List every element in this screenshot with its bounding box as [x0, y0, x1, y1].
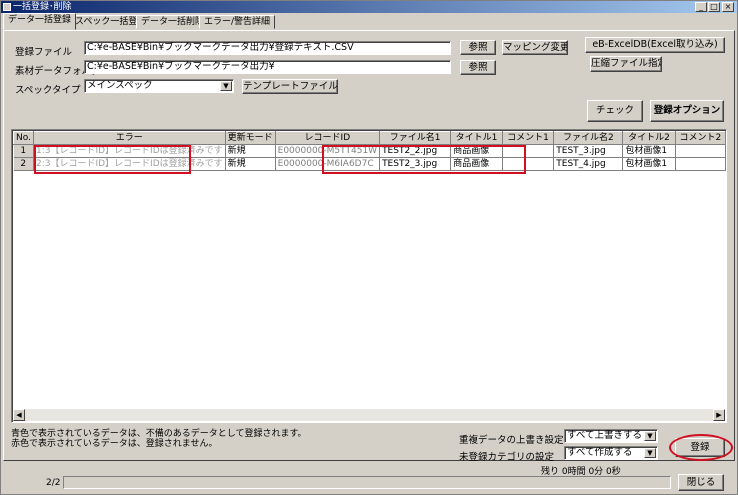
title1-cell[interactable]: 商品画像: [450, 157, 503, 171]
window-title: 一括登録･削除: [13, 2, 72, 12]
chevron-down-icon[interactable]: ▼: [644, 448, 656, 458]
error-cell[interactable]: 1:3【レコードID】レコードIDは登録済みです: [33, 144, 226, 158]
data-grid: No. エラー 更新モード レコードID ファイル名1 タイトル1 コメント1 …: [11, 129, 727, 423]
overwrite-setting-select[interactable]: すべて上書きする ▼: [564, 429, 658, 443]
app-icon: [3, 2, 11, 11]
folder-input[interactable]: C:¥e-BASE¥Bin¥ブックマークデータ出力¥: [84, 60, 451, 74]
table-row[interactable]: 2 2:3【レコードID】レコードIDは登録済みです 新規 E0000000-M…: [13, 157, 727, 171]
col-header-no[interactable]: No.: [13, 131, 34, 145]
spec-type-value: メインスペック: [87, 80, 153, 91]
filename1-cell[interactable]: TEST2_2.jpg: [379, 144, 452, 158]
compressed-file-button[interactable]: 圧縮ファイル指定: [590, 56, 662, 72]
col-header-update-mode[interactable]: 更新モード: [224, 131, 276, 145]
comment2-cell[interactable]: [675, 157, 727, 171]
col-header-comment1[interactable]: コメント1: [501, 131, 555, 145]
comment2-cell[interactable]: [675, 144, 727, 158]
tab-error-details[interactable]: エラー/警告詳細: [199, 15, 276, 29]
mapping-change-button[interactable]: マッピング変更: [502, 40, 568, 55]
page-indicator: 2/2: [46, 478, 61, 488]
scroll-left-icon[interactable]: ◀: [13, 409, 25, 421]
category-setting-select[interactable]: すべて作成する ▼: [564, 446, 658, 460]
scroll-right-icon[interactable]: ▶: [713, 409, 725, 421]
table-header-row: No. エラー 更新モード レコードID ファイル名1 タイトル1 コメント1 …: [13, 131, 727, 145]
register-button[interactable]: 登録: [675, 438, 725, 457]
spec-type-select[interactable]: メインスペック ▼: [84, 79, 234, 93]
maximize-button[interactable]: □: [708, 2, 720, 12]
row-number: 2: [13, 157, 34, 171]
update-mode-cell[interactable]: 新規: [225, 144, 276, 158]
category-setting-value: すべて作成する: [567, 447, 633, 458]
category-setting-label: 未登録カテゴリの設定: [459, 452, 555, 463]
filename2-cell[interactable]: TEST_4.jpg: [553, 157, 624, 171]
red-data-note: 赤色で表示されているデータは、登録されません。: [11, 439, 218, 449]
check-button[interactable]: チェック: [587, 100, 643, 122]
comment1-cell[interactable]: [502, 144, 555, 158]
col-header-error[interactable]: エラー: [32, 131, 226, 145]
file-input[interactable]: C:¥e-BASE¥Bin¥ブックマークデータ出力¥登録テキスト.CSV: [84, 41, 451, 55]
col-header-comment2[interactable]: コメント2: [674, 131, 727, 145]
col-header-title1[interactable]: タイトル1: [450, 131, 503, 145]
filename2-cell[interactable]: TEST_3.jpg: [553, 144, 624, 158]
overwrite-setting-value: すべて上書きする: [567, 430, 642, 441]
minimize-button[interactable]: _: [695, 2, 707, 12]
overwrite-setting-label: 重複データの上書き設定: [459, 435, 564, 446]
comment1-cell[interactable]: [502, 157, 555, 171]
excel-import-button[interactable]: eB-ExcelDB(Excel取り込み): [585, 37, 725, 53]
register-options-button[interactable]: 登録オプション: [650, 100, 724, 122]
record-id-cell[interactable]: E0000000-M6IA6D7C: [275, 157, 381, 171]
col-header-filename1[interactable]: ファイル名1: [379, 131, 452, 145]
browse-file-button[interactable]: 参照: [460, 40, 496, 55]
close-window-button[interactable]: ×: [722, 2, 734, 12]
browse-folder-button[interactable]: 参照: [460, 60, 496, 75]
title1-cell[interactable]: 商品画像: [450, 144, 503, 158]
chevron-down-icon[interactable]: ▼: [644, 431, 656, 441]
title2-cell[interactable]: 包材画像1: [622, 144, 676, 158]
title2-cell[interactable]: 包材画像1: [622, 157, 676, 171]
col-header-record-id[interactable]: レコードID: [274, 131, 381, 145]
data-table: No. エラー 更新モード レコードID ファイル名1 タイトル1 コメント1 …: [13, 131, 727, 171]
app-window: 一括登録･削除 _ □ × データ一括登録 スペック一括登録 データ一括削除 エ…: [0, 0, 738, 495]
horizontal-scrollbar[interactable]: ◀ ▶: [13, 409, 725, 421]
tab-data-bulk-register[interactable]: データ一括登録: [3, 13, 77, 30]
row-number: 1: [13, 144, 34, 158]
filename1-cell[interactable]: TEST2_3.jpg: [379, 157, 452, 171]
update-mode-cell[interactable]: 新規: [225, 157, 276, 171]
chevron-down-icon[interactable]: ▼: [220, 81, 232, 91]
record-id-cell[interactable]: E0000000-M5TT451W: [275, 144, 381, 158]
table-row[interactable]: 1 1:3【レコードID】レコードIDは登録済みです 新規 E0000000-M…: [13, 144, 727, 158]
file-label: 登録ファイル: [15, 47, 73, 58]
error-cell[interactable]: 2:3【レコードID】レコードIDは登録済みです: [33, 157, 226, 171]
spec-type-label: スペックタイプ: [15, 85, 81, 96]
progress-bar: [63, 476, 671, 489]
col-header-filename2[interactable]: ファイル名2: [553, 131, 624, 145]
title-bar: 一括登録･削除 _ □ ×: [1, 1, 737, 13]
close-button[interactable]: 閉じる: [678, 474, 724, 491]
col-header-title2[interactable]: タイトル2: [622, 131, 676, 145]
template-create-button[interactable]: テンプレートファイル作成: [242, 79, 338, 94]
